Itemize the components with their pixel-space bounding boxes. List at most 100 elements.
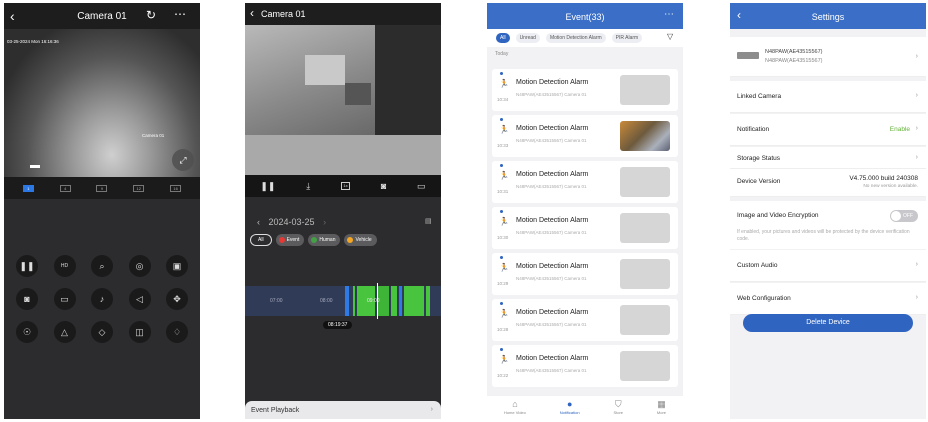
custom-audio-row[interactable]: Custom Audio › [730,250,926,282]
more-icon[interactable]: ⋯ [664,9,675,20]
event-item[interactable]: 🏃 10:34 Motion Detection Alarm N48PAW(AE… [492,69,678,111]
download-icon[interactable]: ⤓ [306,181,310,192]
unread-dot [500,210,503,213]
device-sub: N48PAW(AE43515567) [765,58,823,64]
playback-video[interactable] [245,25,441,175]
event-thumbnail[interactable] [620,121,670,151]
live-video[interactable]: 03-25-2024 Mon 16:16:36 Camera 01 ⤢ [4,29,200,177]
fisheye-icon[interactable]: ▣ [166,255,188,277]
rotate-icon[interactable]: ↻ [146,8,156,22]
store-icon: ⛉ [614,399,622,409]
timeline-label: 08:00 [320,298,333,304]
nav-notification[interactable]: ● Notification [560,399,580,419]
motion-icon: 🏃 [499,171,509,180]
notification-row[interactable]: Notification Enable › [730,114,926,146]
record-icon[interactable]: ▭ [53,288,76,310]
snapshot-icon[interactable]: ◙ [381,181,386,191]
grid-option-9[interactable]: 9 [96,184,108,192]
filter-all[interactable]: All [250,234,272,246]
motion-icon: 🏃 [499,355,509,364]
motion-icon: 🏃 [499,263,509,272]
event-item[interactable]: 🏃 10:22 Motion Detection Alarm N48PAW(AE… [492,345,678,387]
motion-icon: 🏃 [499,217,509,226]
settings-screen: ‹ Settings N48PAW(AE43515567) N48PAW(AE4… [730,3,926,419]
event-item[interactable]: 🏃 10:31 Motion Detection Alarm N48PAW(AE… [492,161,678,203]
event-thumbnail[interactable] [620,75,670,105]
unread-dot [500,72,503,75]
unread-dot [500,348,503,351]
motion-icon: 🏃 [499,125,509,134]
back-icon[interactable]: ‹ [250,6,254,20]
nav-more[interactable]: ▦ More [657,399,666,419]
events-top-bar: Event(33) ⋯ [487,3,683,29]
event-item[interactable]: 🏃 10:28 Motion Detection Alarm N48PAW(AE… [492,299,678,341]
tab-unread[interactable]: Unread [515,33,540,43]
event-filters: All Event Human Vehicle [250,234,377,246]
ptz-joystick-icon[interactable]: ✥ [166,288,188,310]
alarm-icon[interactable]: △ [53,321,76,343]
record-icon[interactable]: ▭ [417,181,426,192]
speed-icon[interactable]: 1x [341,182,351,190]
event-tabs: All Unread Motion Detection Alarm PIR Al… [487,29,683,47]
calendar-icon[interactable]: ▤ [425,217,432,225]
linked-camera-row[interactable]: Linked Camera › [730,81,926,113]
delete-device-button[interactable]: Delete Device [743,314,913,332]
nav-home[interactable]: ⌂ Home Video [504,399,526,419]
deterrence-icon[interactable]: ☉ [16,321,38,343]
nvr-icon [737,52,759,59]
home-icon: ⌂ [512,399,518,409]
event-thumbnail[interactable] [620,351,670,381]
tab-all[interactable]: All [496,33,510,43]
hd-icon[interactable]: HD [53,255,76,277]
tab-pir[interactable]: PIR Alarm [611,33,643,43]
event-thumbnail[interactable] [620,259,670,289]
current-time: 08:19:37 [323,321,353,329]
zoom-icon[interactable]: ⌕ [91,255,113,277]
grid-option-4[interactable]: 4 [59,184,71,192]
event-item[interactable]: 🏃 10:33 Motion Detection Alarm N48PAW(AE… [492,115,678,157]
web-config-row[interactable]: Web Configuration › [730,283,926,315]
tab-motion[interactable]: Motion Detection Alarm [545,33,606,43]
more-icon[interactable]: ⋯ [174,7,187,21]
event-thumbnail[interactable] [620,213,670,243]
playback-date[interactable]: 2024-03-25 [269,217,315,227]
unread-dot [500,118,503,121]
event-item[interactable]: 🏃 10:30 Motion Detection Alarm N48PAW(AE… [492,207,678,249]
storage-status-row[interactable]: Storage Status › [730,147,926,169]
grid-option-1[interactable]: 1 [22,184,34,192]
next-date-icon[interactable]: › [323,217,326,227]
filter-human[interactable]: Human [308,234,341,246]
timeline[interactable]: 07:00 08:00 09:00 [245,283,441,319]
filter-icon[interactable]: ▽ [667,32,673,41]
event-thumbnail[interactable] [620,167,670,197]
nav-store[interactable]: ⛉ Store [613,399,623,419]
event-thumbnail[interactable] [620,305,670,335]
event-playback-label: Event Playback [251,407,300,414]
bottom-nav: ⌂ Home Video ● Notification ⛉ Store ▦ More [487,396,683,419]
fullscreen-icon[interactable]: ⤢ [172,149,194,171]
microphone-icon[interactable]: ♪ [91,288,113,310]
encryption-toggle[interactable]: OFF [890,210,918,222]
events-title: Event(33) [565,12,605,22]
filter-event[interactable]: Event [275,234,305,246]
timeline-label: 07:00 [270,298,283,304]
mask-icon[interactable]: ◫ [128,321,151,343]
grid-option-16[interactable]: 16 [170,184,182,192]
event-item[interactable]: 🏃 10:29 Motion Detection Alarm N48PAW(AE… [492,253,678,295]
date-selector: ‹ 2024-03-25 › ▤ [257,217,432,227]
bell-icon[interactable]: ♢ [166,321,188,343]
event-playback-row[interactable]: Event Playback › [245,401,441,419]
unread-dot [500,256,503,259]
prev-date-icon[interactable]: ‹ [257,217,260,227]
filter-vehicle[interactable]: Vehicle [344,234,377,246]
snapshot-icon[interactable]: ◙ [16,288,38,310]
pause-icon[interactable]: ❚❚ [16,255,38,277]
timeline-cursor[interactable] [377,283,378,319]
pause-icon[interactable]: ❚❚ [260,181,275,192]
device-card[interactable]: N48PAW(AE43515567) N48PAW(AE43515567) › [730,37,926,77]
ptz-icon[interactable]: ◎ [128,255,151,277]
location-icon[interactable]: ◇ [91,321,113,343]
device-version-row: Device Version V4.75.000 build 240308 No… [730,169,926,197]
speaker-icon[interactable]: ◁ [128,288,151,310]
grid-option-12[interactable]: 12 [133,184,145,192]
